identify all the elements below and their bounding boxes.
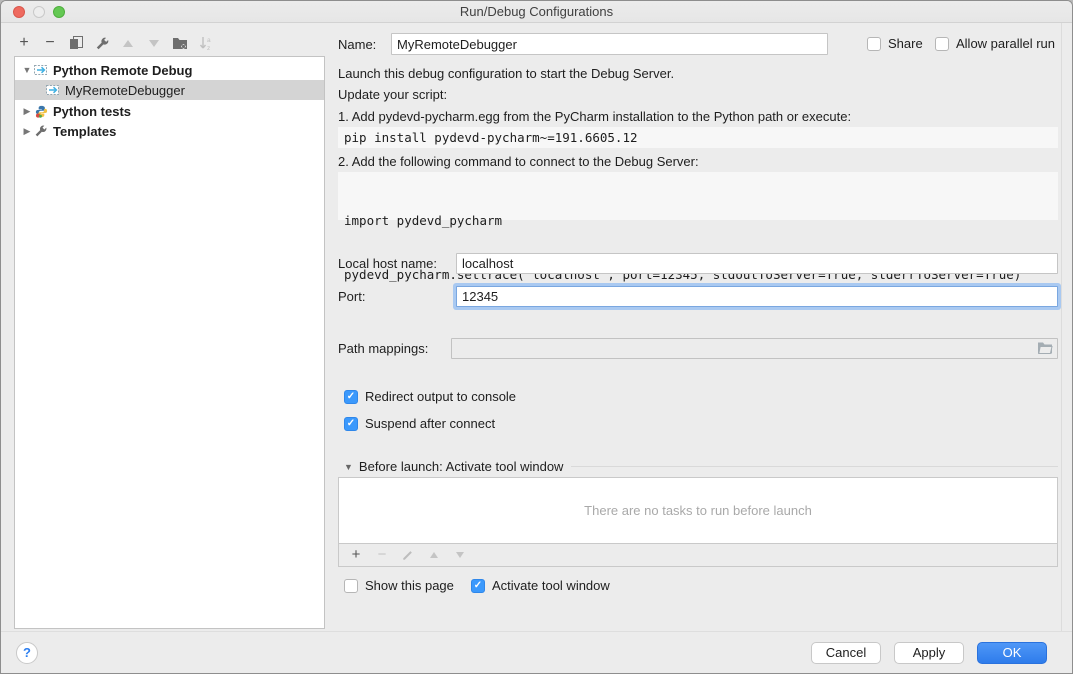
tree-item-label: MyRemoteDebugger [65,83,185,98]
remote-debug-icon [33,63,49,77]
add-configuration-button[interactable]: + [16,35,32,51]
svg-text:a: a [207,37,211,44]
remove-task-button: − [374,547,390,563]
allow-parallel-run-checkbox-group[interactable]: Allow parallel run [935,36,1055,51]
name-label: Name: [338,37,376,52]
collapse-section-icon[interactable]: ▼ [344,462,353,472]
edit-task-icon [400,547,416,563]
move-task-down-icon [452,547,468,563]
suspend-after-connect-label: Suspend after connect [365,416,495,431]
redirect-output-checkbox[interactable]: ✓ [344,390,358,404]
expand-collapse-icon[interactable]: ▼ [21,65,33,75]
help-button[interactable]: ? [16,642,38,664]
window-controls [13,6,65,18]
suspend-after-connect-checkbox-group[interactable]: ✓ Suspend after connect [344,416,495,431]
remote-debug-icon [45,83,61,97]
move-up-icon [120,35,136,51]
expand-collapse-icon[interactable]: ▶ [21,106,33,117]
settrace-code: import pydevd_pycharm pydevd_pycharm.set… [338,172,1058,220]
run-debug-configurations-dialog: Run/Debug Configurations + − az ▼ Python… [0,0,1073,674]
action-buttons: Cancel Apply OK [811,642,1047,664]
wrench-icon [33,124,49,138]
allow-parallel-run-checkbox[interactable] [935,37,949,51]
apply-button[interactable]: Apply [894,642,964,664]
suspend-after-connect-checkbox[interactable]: ✓ [344,417,358,431]
cancel-button[interactable]: Cancel [811,642,881,664]
zoom-window-button[interactable] [53,6,65,18]
before-launch-toolbar: + − [338,544,1058,567]
configurations-toolbar: + − az [14,31,325,55]
redirect-output-checkbox-group[interactable]: ✓ Redirect output to console [344,389,516,404]
configuration-editor: Name: Share Allow parallel run Launch th… [338,23,1058,633]
before-launch-title: Before launch: Activate tool window [359,459,564,474]
browse-folder-icon[interactable] [1037,341,1053,358]
tree-item-templates[interactable]: ▶ Templates [15,121,324,141]
dialog-footer: ? Cancel Apply OK [1,631,1072,673]
empty-tasks-message: There are no tasks to run before launch [584,503,812,518]
port-input[interactable] [456,286,1058,307]
tree-item-myremotedebugger[interactable]: MyRemoteDebugger [15,80,324,100]
tree-item-label: Templates [53,124,116,139]
show-this-page-label: Show this page [365,578,454,593]
share-label: Share [888,36,923,51]
move-down-icon [146,35,162,51]
activate-tool-window-checkbox-group[interactable]: ✓ Activate tool window [471,578,610,593]
path-mappings-field[interactable] [451,338,1058,359]
minimize-window-button [33,6,45,18]
python-tests-icon [33,104,49,118]
redirect-output-label: Redirect output to console [365,389,516,404]
sort-configurations-icon: az [198,35,214,51]
add-task-button[interactable]: + [348,547,364,563]
step-2-text: 2. Add the following command to connect … [338,154,699,169]
activate-tool-window-label: Activate tool window [492,578,610,593]
name-input[interactable] [391,33,828,55]
intro-line-1: Launch this debug configuration to start… [338,66,674,81]
show-this-page-checkbox[interactable] [344,579,358,593]
remove-configuration-button[interactable]: − [42,35,58,51]
title-bar: Run/Debug Configurations [1,1,1072,23]
intro-line-2: Update your script: [338,87,447,102]
tree-item-python-tests[interactable]: ▶ Python tests [15,101,324,121]
close-window-button[interactable] [13,6,25,18]
show-this-page-checkbox-group[interactable]: Show this page [344,578,454,593]
copy-configuration-icon[interactable] [68,35,84,51]
section-divider [571,466,1058,467]
configurations-tree: ▼ Python Remote Debug MyRemoteDebugger ▶… [14,56,325,629]
share-checkbox-group[interactable]: Share [867,36,923,51]
move-task-up-icon [426,547,442,563]
local-host-name-label: Local host name: [338,256,437,271]
step-1-text: 1. Add pydevd-pycharm.egg from the PyCha… [338,109,851,124]
expand-collapse-icon[interactable]: ▶ [21,126,33,137]
activate-tool-window-checkbox[interactable]: ✓ [471,579,485,593]
new-folder-icon[interactable] [172,35,188,51]
before-launch-section-header[interactable]: ▼ Before launch: Activate tool window [344,459,1058,474]
port-label: Port: [338,289,365,304]
allow-parallel-run-label: Allow parallel run [956,36,1055,51]
share-checkbox[interactable] [867,37,881,51]
ok-button[interactable]: OK [977,642,1047,664]
tree-item-label: Python tests [53,104,131,119]
svg-text:z: z [207,45,210,51]
tree-item-python-remote-debug[interactable]: ▼ Python Remote Debug [15,60,324,80]
tree-item-label: Python Remote Debug [53,63,192,78]
pip-install-code: pip install pydevd-pycharm~=191.6605.12 [338,127,1058,148]
local-host-name-input[interactable] [456,253,1058,274]
edit-templates-icon[interactable] [94,35,110,51]
before-launch-task-list[interactable]: There are no tasks to run before launch [338,477,1058,544]
scroll-area-divider [1061,23,1062,631]
window-title: Run/Debug Configurations [460,4,613,19]
settrace-code-line-1: import pydevd_pycharm [344,212,1052,230]
path-mappings-label: Path mappings: [338,341,428,356]
